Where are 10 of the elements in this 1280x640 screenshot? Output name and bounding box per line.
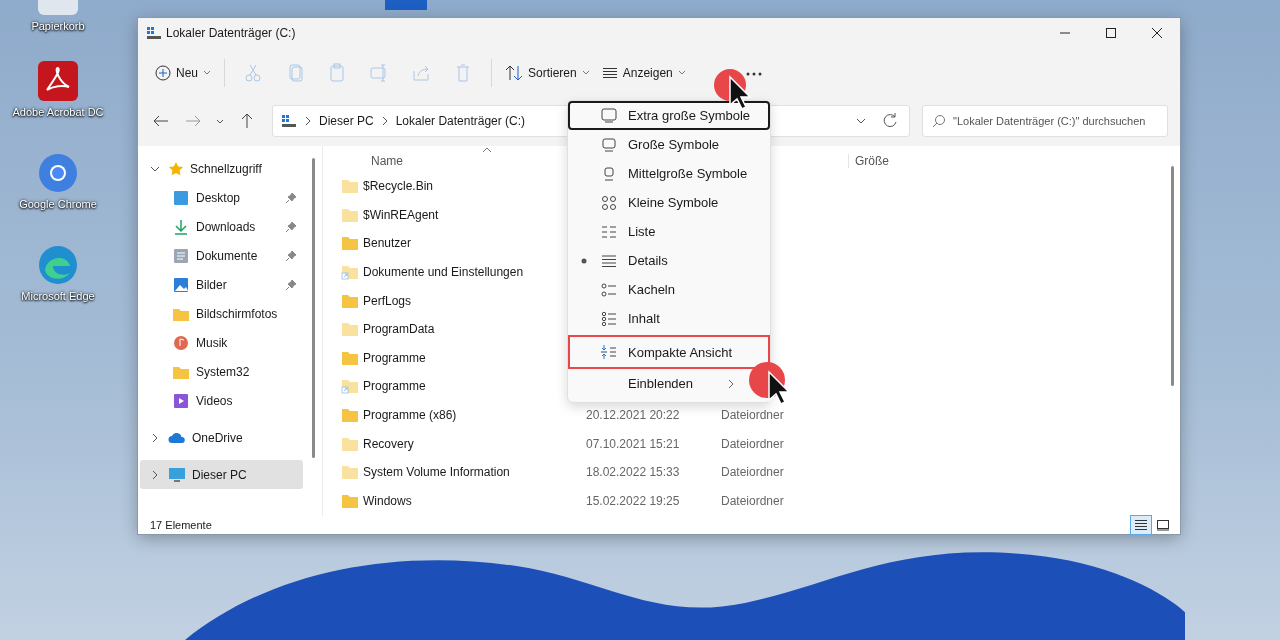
type-cell: Dateiordner [721,408,784,423]
type-cell: Dateiordner [721,465,784,480]
type-cell: Dateiordner [721,436,784,451]
date-cell: 20.12.2021 20:22 [586,408,680,423]
item-count: 17 Elemente [150,519,212,531]
date-cell: 18.02.2022 15:33 [586,465,680,480]
type-cell: Dateiordner [721,493,784,508]
date-cell: 07.10.2021 15:21 [586,436,680,451]
window-title: Lokaler Datenträger (C:) [166,26,296,40]
date-cell: 15.02.2022 19:25 [586,493,680,508]
